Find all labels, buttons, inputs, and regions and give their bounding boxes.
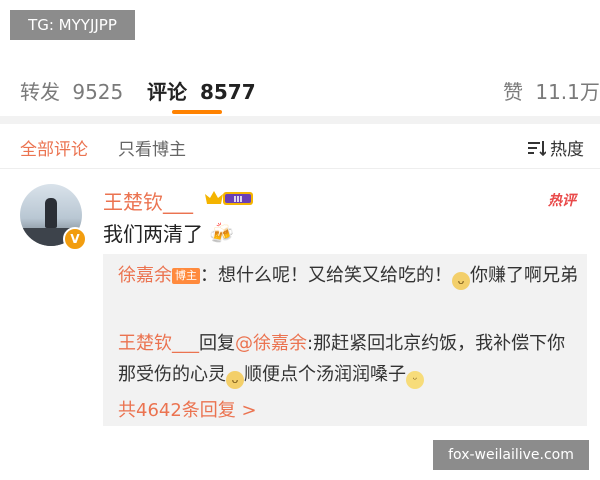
tab-bar: 转发 9525 评论 8577 赞 11.1万 [0, 60, 600, 116]
sort-icon [528, 140, 546, 156]
reply-word: 回复 [199, 333, 235, 354]
avatar-figure [45, 198, 57, 228]
comment-username[interactable]: 王楚钦___ [103, 186, 193, 215]
doge-emoji-icon: ᴗ [452, 272, 470, 290]
tab-comment-count: 8577 [199, 80, 256, 104]
tab-repost-count: 9525 [72, 80, 124, 104]
reply-author[interactable]: 王楚钦___ [118, 333, 199, 354]
reply-preview-box[interactable]: 徐嘉余 博主 ：想什么呢！又给笑又给吃的！ ᴗ 你赚了啊兄弟 王楚钦___回复@徐嘉余:… [103, 254, 587, 426]
reply-author[interactable]: 徐嘉余 [118, 265, 172, 286]
watermark-top: TG: MYYJJPP [10, 10, 135, 40]
doge-emoji-icon: ᴗ [226, 371, 244, 389]
tab-like[interactable]: 赞 11.1万 [503, 76, 600, 105]
tab-repost[interactable]: 转发 9525 [20, 76, 123, 105]
reply-text-cont: 顺便点个汤润润嗓子 [244, 364, 406, 385]
sort-by-hot-button[interactable]: 热度 [528, 135, 584, 160]
reply-item: 王楚钦___回复@徐嘉余:那赶紧回北京约饭，我补偿下你那受伤的心灵 ᴗ 顺便点个汤润… [118, 328, 578, 390]
reply-item: 徐嘉余 博主 ：想什么呢！又给笑又给吃的！ ᴗ 你赚了啊兄弟 [118, 260, 578, 291]
sort-label: 热度 [550, 140, 584, 160]
comment-filter-bar: 全部评论 只看博主 热度 [0, 124, 600, 168]
mention-link[interactable]: @徐嘉余 [235, 333, 307, 354]
view-all-replies-link[interactable]: 共4642条回复 > [118, 396, 257, 422]
filter-all-comments[interactable]: 全部评论 [20, 135, 88, 160]
verified-icon: V [63, 227, 87, 251]
reply-text: ：想什么呢！又给笑又给吃的！ [200, 265, 452, 286]
comment-text: 我们两清了 [103, 222, 203, 246]
member-crown-icon: III [205, 191, 253, 205]
tab-like-count: 11.1万 [535, 80, 600, 104]
filter-author-only[interactable]: 只看博主 [118, 135, 186, 160]
hot-comment-badge: 热评 [548, 193, 576, 209]
section-divider [0, 116, 600, 124]
tab-comment[interactable]: 评论 8577 [147, 76, 256, 105]
comment-body: 我们两清了 🍻 [103, 218, 234, 247]
reply-text-cont: 你赚了啊兄弟 [470, 265, 578, 286]
watermark-bottom: fox-weilailive.com [433, 440, 589, 470]
tab-repost-label: 转发 [20, 80, 60, 104]
blogger-badge: 博主 [172, 268, 200, 284]
tab-comment-label: 评论 [147, 80, 187, 104]
active-tab-indicator [172, 110, 222, 114]
tab-like-label: 赞 [503, 80, 523, 104]
filter-divider [0, 168, 600, 169]
beer-cheers-icon: 🍻 [209, 220, 234, 245]
level-badge-text: III [234, 195, 243, 204]
smile-emoji-icon: ᵕ [406, 371, 424, 389]
